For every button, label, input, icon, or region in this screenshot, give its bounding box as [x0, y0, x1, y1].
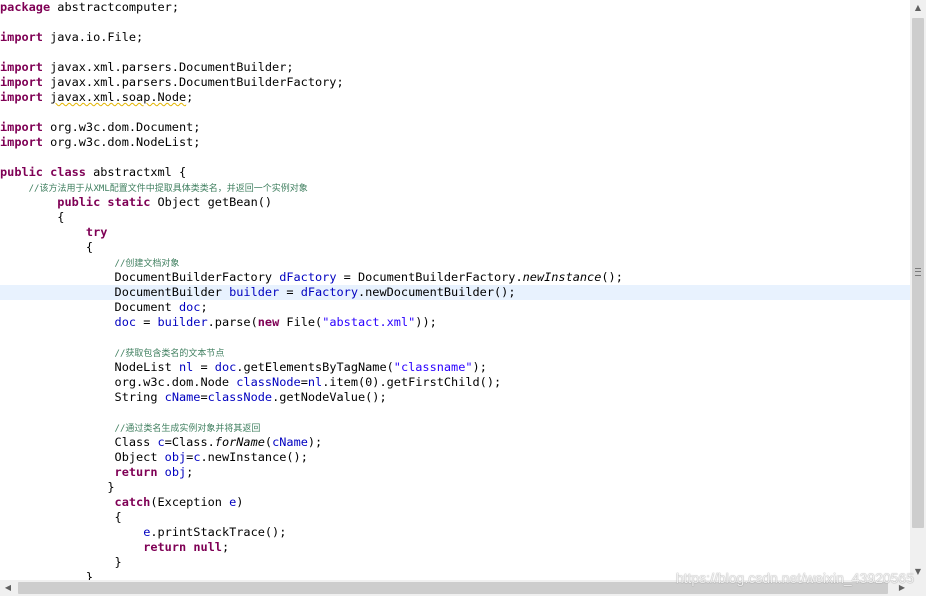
- code-line[interactable]: Document doc;: [0, 300, 910, 315]
- code-line[interactable]: [0, 150, 910, 165]
- code-line[interactable]: import org.w3c.dom.NodeList;: [0, 135, 910, 150]
- code-line[interactable]: import org.w3c.dom.Document;: [0, 120, 910, 135]
- code-line[interactable]: {: [0, 510, 910, 525]
- code-line[interactable]: e.printStackTrace();: [0, 525, 910, 540]
- code-line[interactable]: //该方法用于从XML配置文件中提取具体类类名，并返回一个实例对象: [0, 180, 910, 195]
- code-line[interactable]: //通过类名生成实例对象并将其返回: [0, 420, 910, 435]
- code-line[interactable]: package abstractcomputer;: [0, 0, 910, 15]
- code-line[interactable]: [0, 330, 910, 345]
- code-line[interactable]: import javax.xml.parsers.DocumentBuilder…: [0, 60, 910, 75]
- code-line[interactable]: String cName=classNode.getNodeValue();: [0, 390, 910, 405]
- code-line[interactable]: import java.io.File;: [0, 30, 910, 45]
- code-line[interactable]: DocumentBuilderFactory dFactory = Docume…: [0, 270, 910, 285]
- vertical-scrollbar[interactable]: ▲ ▼: [910, 0, 926, 580]
- code-line[interactable]: [0, 15, 910, 30]
- vertical-scroll-thumb[interactable]: [912, 18, 924, 528]
- code-line[interactable]: {: [0, 210, 910, 225]
- code-line[interactable]: //创建文档对象: [0, 255, 910, 270]
- code-line[interactable]: return null;: [0, 540, 910, 555]
- code-line[interactable]: //获取包含类名的文本节点: [0, 345, 910, 360]
- code-editor[interactable]: package abstractcomputer; import java.io.…: [0, 0, 910, 580]
- code-line[interactable]: [0, 105, 910, 120]
- code-line[interactable]: }: [0, 555, 910, 570]
- grip-icon: [915, 268, 921, 276]
- code-line[interactable]: public static Object getBean(): [0, 195, 910, 210]
- scroll-left-arrow-icon[interactable]: ◀: [0, 580, 16, 596]
- code-line[interactable]: Class c=Class.forName(cName);: [0, 435, 910, 450]
- code-line[interactable]: }: [0, 480, 910, 495]
- code-line[interactable]: [0, 45, 910, 60]
- code-line[interactable]: try: [0, 225, 910, 240]
- scroll-up-arrow-icon[interactable]: ▲: [910, 0, 926, 16]
- code-line[interactable]: [0, 405, 910, 420]
- code-line[interactable]: doc = builder.parse(new File("abstact.xm…: [0, 315, 910, 330]
- code-line[interactable]: import javax.xml.parsers.DocumentBuilder…: [0, 75, 910, 90]
- code-line[interactable]: org.w3c.dom.Node classNode=nl.item(0).ge…: [0, 375, 910, 390]
- code-line[interactable]: {: [0, 240, 910, 255]
- code-line[interactable]: return obj;: [0, 465, 910, 480]
- code-line[interactable]: import javax.xml.soap.Node;: [0, 90, 910, 105]
- code-line[interactable]: public class abstractxml {: [0, 165, 910, 180]
- watermark: https://blog.csdn.net/weixin_43920565: [675, 570, 914, 586]
- code-line[interactable]: catch(Exception e): [0, 495, 910, 510]
- code-line[interactable]: NodeList nl = doc.getElementsByTagName("…: [0, 360, 910, 375]
- code-line[interactable]: Object obj=c.newInstance();: [0, 450, 910, 465]
- code-line[interactable]: DocumentBuilder builder = dFactory.newDo…: [0, 285, 910, 300]
